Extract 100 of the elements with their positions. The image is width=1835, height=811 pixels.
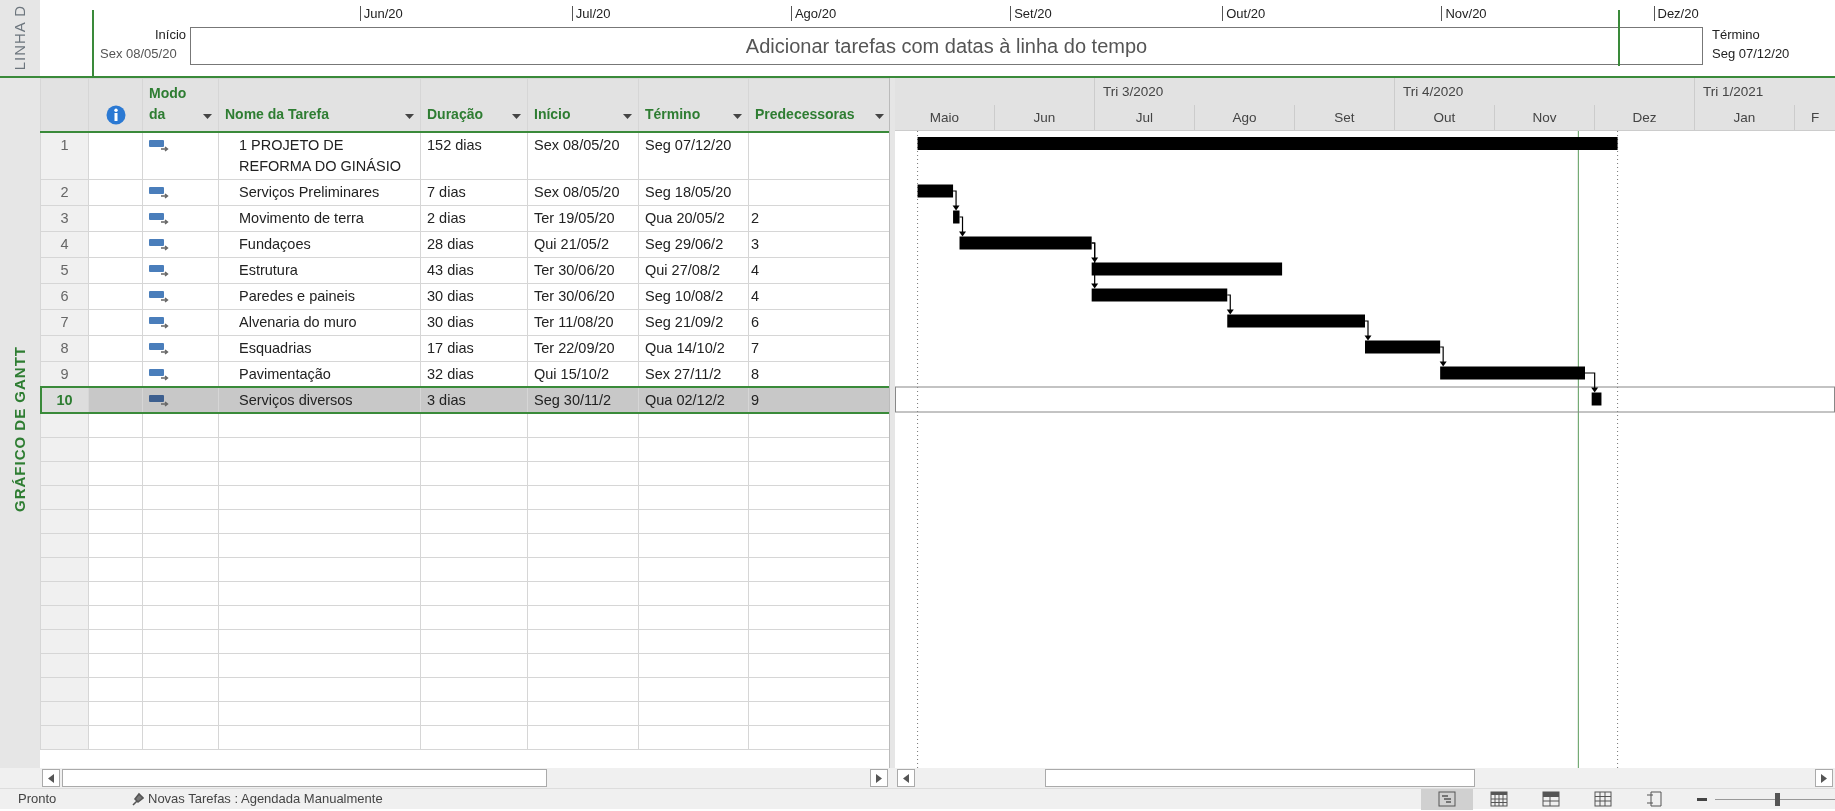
task-name[interactable]: Serviços Preliminares bbox=[218, 179, 421, 205]
dropdown-arrow-icon[interactable] bbox=[875, 113, 884, 119]
scrollbar-thumb[interactable] bbox=[62, 769, 547, 787]
finish-cell: Seg 07/12/20 bbox=[638, 131, 749, 179]
duration-cell: 7 dias bbox=[420, 179, 528, 205]
row-number[interactable]: 5 bbox=[40, 257, 89, 283]
duration-cell: 3 dias bbox=[420, 387, 528, 413]
predecessor-cell: 3 bbox=[751, 235, 760, 252]
dependency-arrow bbox=[1439, 346, 1447, 367]
horizontal-scrollbar[interactable] bbox=[40, 768, 890, 788]
row-number[interactable]: 3 bbox=[40, 205, 89, 231]
predecessor-cell: 6 bbox=[751, 313, 760, 330]
right-arrow-icon bbox=[876, 773, 882, 783]
scroll-left-button[interactable] bbox=[897, 769, 915, 787]
left-arrow-icon bbox=[48, 773, 54, 783]
dependency-arrow bbox=[1226, 294, 1234, 315]
finish-cell: Seg 10/08/2 bbox=[638, 283, 749, 309]
dropdown-arrow-icon[interactable] bbox=[512, 113, 521, 119]
task-mode-icon bbox=[149, 138, 171, 153]
task-name[interactable]: Fundaçoes bbox=[218, 231, 421, 257]
predecessor-cell: 4 bbox=[751, 287, 760, 304]
scrollbar-thumb[interactable] bbox=[1045, 769, 1475, 787]
predecessor-cell: 7 bbox=[751, 339, 760, 356]
side-label: LINHA D bbox=[9, 5, 29, 71]
dropdown-arrow-icon[interactable] bbox=[203, 113, 212, 119]
month-label: Set bbox=[1334, 110, 1355, 125]
zoom-out-icon[interactable] bbox=[1697, 797, 1707, 801]
scroll-right-button[interactable] bbox=[1815, 769, 1833, 787]
task-name[interactable]: 1 PROJETO DE REFORMA DO GINÁSIO bbox=[218, 131, 421, 179]
status-text: Pronto bbox=[18, 790, 58, 809]
row-number[interactable]: 7 bbox=[40, 309, 89, 335]
start-cell: Qui 21/05/2 bbox=[527, 231, 639, 257]
quarter-label: Tri 3/2020 bbox=[1095, 78, 1395, 105]
task-name[interactable]: Alvenaria do muro bbox=[218, 309, 421, 335]
finish-cell: Qui 27/08/2 bbox=[638, 257, 749, 283]
start-cell: Sex 08/05/20 bbox=[527, 179, 639, 205]
dropdown-arrow-icon[interactable] bbox=[623, 113, 632, 119]
duration-cell: 28 dias bbox=[420, 231, 528, 257]
timeline-tick: Set/20 bbox=[1010, 6, 1052, 21]
planner-view-icon bbox=[1542, 791, 1560, 807]
task-mode-icon bbox=[149, 315, 171, 330]
new-tasks-mode[interactable]: Novas Tarefas : Agendada Manualmente bbox=[148, 789, 383, 809]
duration-cell: 17 dias bbox=[420, 335, 528, 361]
task-name[interactable]: Esquadrias bbox=[218, 335, 421, 361]
predecessor-cell: 9 bbox=[751, 391, 760, 408]
start-label: Início bbox=[153, 26, 186, 44]
row-number[interactable]: 10 bbox=[40, 387, 89, 413]
timeline-tick: Jun/20 bbox=[359, 6, 403, 21]
dropdown-arrow-icon[interactable] bbox=[405, 113, 414, 119]
row-number[interactable]: 9 bbox=[40, 361, 89, 387]
predecessor-cell: 8 bbox=[751, 365, 760, 382]
gantt-view-icon bbox=[1438, 791, 1456, 807]
month-label: F bbox=[1810, 110, 1820, 125]
dropdown-arrow-icon[interactable] bbox=[733, 113, 742, 119]
task-name[interactable]: Estrutura bbox=[218, 257, 421, 283]
task-name[interactable]: Paredes e paineis bbox=[218, 283, 421, 309]
row-number[interactable]: 2 bbox=[40, 179, 89, 205]
left-arrow-icon bbox=[903, 773, 909, 783]
finish-date: Seg 07/12/20 bbox=[1712, 45, 1790, 63]
month-label: Maio bbox=[929, 110, 960, 125]
start-date: Sex 08/05/20 bbox=[100, 45, 177, 63]
predecessor-cell: 4 bbox=[751, 261, 760, 278]
finish-cell: Qua 20/05/2 bbox=[638, 205, 749, 231]
task-bar bbox=[917, 184, 954, 198]
quarter-label: Tri 4/2020 bbox=[1395, 78, 1695, 105]
finish-label: Término bbox=[1712, 26, 1760, 44]
task-mode-icon bbox=[149, 367, 171, 382]
dependency-arrow bbox=[1584, 372, 1599, 393]
dependency-arrow bbox=[952, 190, 960, 211]
task-name[interactable]: Movimento de terra bbox=[218, 205, 421, 231]
finish-cell: Qua 02/12/2 bbox=[638, 387, 749, 413]
row-number[interactable]: 1 bbox=[40, 131, 89, 179]
scroll-left-button[interactable] bbox=[42, 769, 60, 787]
info-icon bbox=[105, 104, 126, 125]
pin-icon bbox=[130, 792, 144, 806]
finish-cell: Seg 18/05/20 bbox=[638, 179, 749, 205]
view-button[interactable] bbox=[1421, 788, 1473, 810]
start-cell: Seg 30/11/2 bbox=[527, 387, 639, 413]
month-label: Out bbox=[1433, 110, 1456, 125]
row-number[interactable]: 4 bbox=[40, 231, 89, 257]
predecessor-cell: 2 bbox=[751, 209, 760, 226]
scroll-right-button[interactable] bbox=[870, 769, 888, 787]
start-cell: Ter 11/08/20 bbox=[527, 309, 639, 335]
start-cell: Ter 30/06/20 bbox=[527, 283, 639, 309]
task-name[interactable]: Serviços diversos bbox=[218, 387, 421, 413]
timeline-view-icon bbox=[1646, 791, 1664, 807]
task-mode-icon bbox=[149, 211, 171, 226]
horizontal-scrollbar[interactable] bbox=[895, 768, 1835, 788]
start-cell: Sex 08/05/20 bbox=[527, 131, 639, 179]
column-header[interactable]: Início bbox=[534, 103, 571, 125]
task-mode-icon bbox=[149, 263, 171, 278]
row-number[interactable]: 6 bbox=[40, 283, 89, 309]
dependency-arrow bbox=[1364, 320, 1372, 341]
task-mode-icon bbox=[149, 237, 171, 252]
month-label: Jan bbox=[1733, 110, 1756, 125]
timeline-bar[interactable]: Adicionar tarefas com datas à linha do tempo bbox=[190, 27, 1703, 65]
month-label: Jul bbox=[1135, 110, 1154, 125]
month-label: Ago bbox=[1232, 110, 1257, 125]
duration-cell: 30 dias bbox=[420, 283, 528, 309]
row-number[interactable]: 8 bbox=[40, 335, 89, 361]
